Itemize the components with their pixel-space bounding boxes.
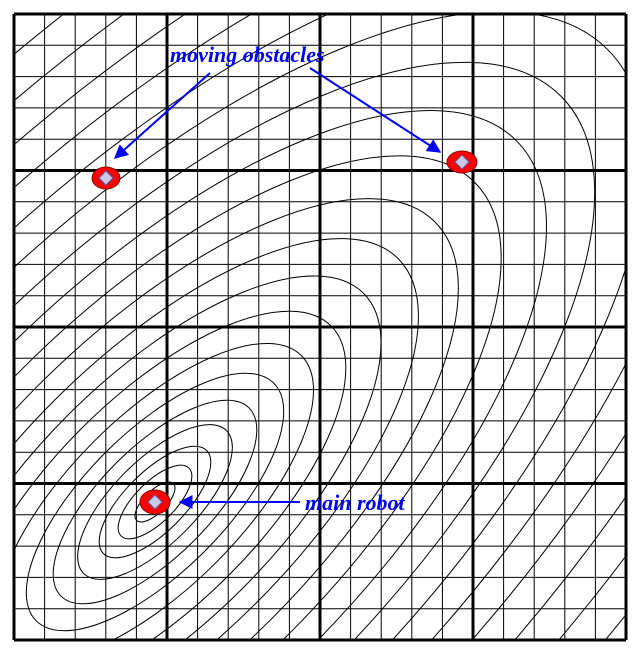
- markers: [92, 151, 477, 514]
- diagram-canvas: moving obstacles main robot: [0, 0, 640, 658]
- obstacle-1-marker: [92, 167, 120, 189]
- main-robot-marker: [140, 490, 170, 514]
- label-moving-obstacles: moving obstacles: [170, 42, 325, 68]
- annotation-arrows: [115, 68, 440, 502]
- obstacle-2-marker: [447, 151, 477, 173]
- plot-svg: [0, 0, 640, 658]
- arrow-to-obstacle-1: [115, 73, 210, 158]
- label-main-robot: main robot: [305, 490, 405, 516]
